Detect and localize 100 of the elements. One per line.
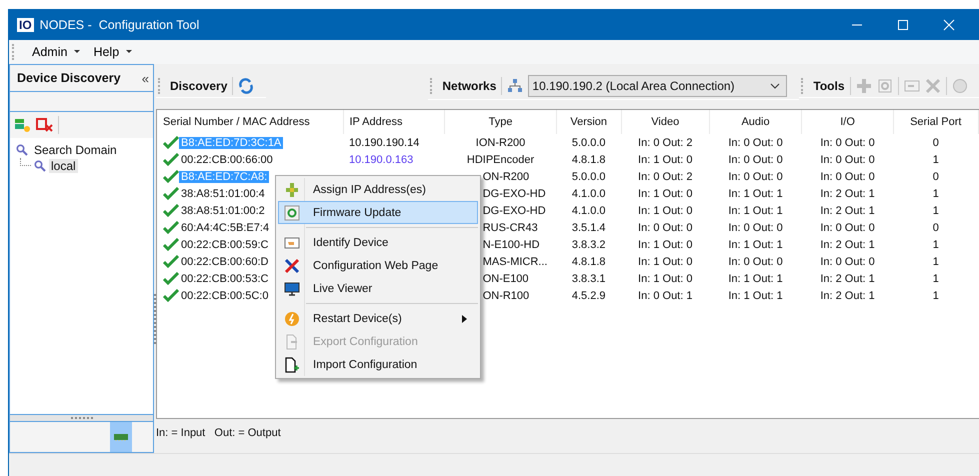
table-cell: 1 (932, 238, 939, 250)
table-cell: 5.0.0.0 (572, 136, 606, 148)
table-cell-text: N-E100-HD (482, 238, 541, 250)
menu-item[interactable]: Firmware Update (278, 201, 478, 224)
menu-item[interactable]: Restart Device(s) (278, 307, 478, 330)
table-cell[interactable]: 00:22:CB:00:66:00 (179, 154, 275, 166)
firmware-icon[interactable] (876, 78, 893, 94)
restart-icon (284, 310, 300, 326)
table-cell: 3.8.3.1 (572, 272, 606, 284)
check-icon (163, 289, 179, 302)
table-cell: In: 0 Out: 0 (728, 154, 783, 166)
tree-item[interactable]: Search Domain (34, 143, 117, 157)
network-dropdown[interactable]: 10.190.190.2 (Local Area Connection) (528, 75, 788, 97)
column-header[interactable]: Serial Number / MAC Address (157, 110, 343, 134)
column-header[interactable]: Version (556, 110, 621, 134)
table-cell[interactable]: 00:22:CB:00:53:C (179, 272, 270, 284)
table-cell: 4.8.1.8 (572, 154, 606, 166)
table-cell[interactable]: 00:22:CB:00:59:C (179, 238, 270, 250)
menu-item[interactable]: Identify Device (278, 231, 478, 254)
search-icon (16, 144, 28, 156)
menu-item[interactable]: Live Viewer (278, 277, 478, 300)
check-icon (163, 187, 179, 200)
collapse-button[interactable]: « (142, 70, 149, 86)
app-logo: IO (17, 18, 34, 32)
toolbar-label: Tools (813, 79, 845, 93)
tools-icon[interactable] (924, 78, 941, 94)
table-cell: 4.1.0.0 (572, 188, 606, 200)
check-icon (163, 221, 179, 234)
splitter[interactable] (10, 414, 153, 422)
table-cell: In: 2 Out: 1 (820, 204, 875, 216)
close-icon[interactable] (943, 18, 955, 30)
table-cell: In: 1 Out: 0 (638, 204, 692, 216)
table-cell: In: 1 Out: 1 (728, 238, 783, 250)
table-cell-text: DG-EXO-HD (482, 204, 547, 216)
table-cell: In: 1 Out: 1 (728, 272, 783, 284)
document-icon (284, 356, 300, 372)
table-cell[interactable]: 60:A4:4C:5B:E7:4 (179, 222, 272, 234)
menu-item[interactable]: Admin (30, 45, 70, 59)
table-cell[interactable]: 00:22:CB:00:5C:0 (179, 290, 270, 302)
table-cell: 5.0.0.0 (572, 170, 606, 182)
table-cell[interactable]: 00:22:CB:00:60:D (179, 256, 270, 268)
identify-icon[interactable] (904, 78, 920, 94)
column-header[interactable]: IP Address (343, 110, 445, 134)
network-card-icon (114, 433, 128, 441)
column-header[interactable]: Audio (710, 110, 802, 134)
table-cell: In: 1 Out: 0 (638, 238, 692, 250)
refresh-icon[interactable] (238, 78, 254, 94)
table-cell: 1 (932, 290, 939, 302)
table-cell-text: ON-R200 (482, 170, 530, 182)
check-icon (163, 204, 179, 217)
table-cell-text: MAS-MICR... (482, 256, 548, 268)
check-icon (163, 170, 179, 183)
table-cell-text: DG-EXO-HD (482, 188, 547, 200)
menu-item[interactable]: Import Configuration (278, 353, 478, 376)
table-cell: 4.5.2.9 (572, 290, 606, 302)
table-cell: 3.5.1.4 (572, 222, 606, 234)
check-icon (163, 136, 179, 149)
panel-title: Device Discovery (17, 71, 121, 85)
add-domain-icon[interactable] (14, 117, 32, 133)
menu-item[interactable]: Help (91, 45, 122, 59)
tree-item[interactable]: local (49, 159, 78, 173)
column-header[interactable]: I/O (802, 110, 894, 134)
table-cell: 4.8.1.8 (572, 256, 606, 268)
table-cell: In: 2 Out: 1 (820, 272, 875, 284)
check-icon (163, 153, 179, 166)
table-cell: In: 0 Out: 0 (728, 256, 783, 268)
table-cell: In: 0 Out: 1 (638, 290, 692, 302)
table-cell: In: 0 Out: 0 (638, 222, 692, 234)
table-cell: In: 2 Out: 1 (820, 238, 875, 250)
document-icon (284, 334, 300, 350)
caret-icon[interactable] (74, 50, 80, 54)
table-cell: In: 0 Out: 0 (728, 136, 783, 148)
menu-item[interactable]: Assign IP Address(es) (278, 178, 478, 201)
table-cell: HDIPEncoder (466, 154, 534, 166)
restart-icon[interactable] (952, 78, 968, 94)
search-icon (34, 160, 46, 172)
firmware-icon (284, 204, 300, 220)
caret-icon[interactable] (126, 50, 132, 54)
table-cell: 0 (932, 222, 939, 234)
table-cell-text: ON-R100 (482, 290, 530, 302)
hand-icon (284, 234, 300, 250)
check-icon (163, 272, 179, 285)
menu-item[interactable]: Configuration Web Page (278, 254, 478, 277)
table-cell: 0 (932, 136, 939, 148)
sidebar-button[interactable] (110, 422, 132, 452)
table-cell: In: 1 Out: 0 (638, 154, 692, 166)
table-cell[interactable]: 38:A8:51:01:00:4 (179, 188, 267, 200)
column-header[interactable]: Serial Port (894, 110, 978, 134)
table-cell: 3.8.3.2 (572, 238, 606, 250)
submenu-arrow-icon (462, 314, 467, 322)
monitor-icon (284, 280, 300, 296)
column-header[interactable]: Video (621, 110, 710, 134)
check-icon (163, 255, 179, 268)
table-cell: In: 0 Out: 0 (728, 222, 783, 234)
tools-icon (284, 258, 300, 274)
table-cell[interactable]: 38:A8:51:01:00:2 (179, 204, 267, 216)
remove-domain-icon[interactable] (36, 117, 54, 133)
column-header[interactable]: Type (444, 110, 556, 134)
maximize-icon[interactable] (897, 18, 909, 30)
table-cell: In: 2 Out: 1 (820, 290, 875, 302)
